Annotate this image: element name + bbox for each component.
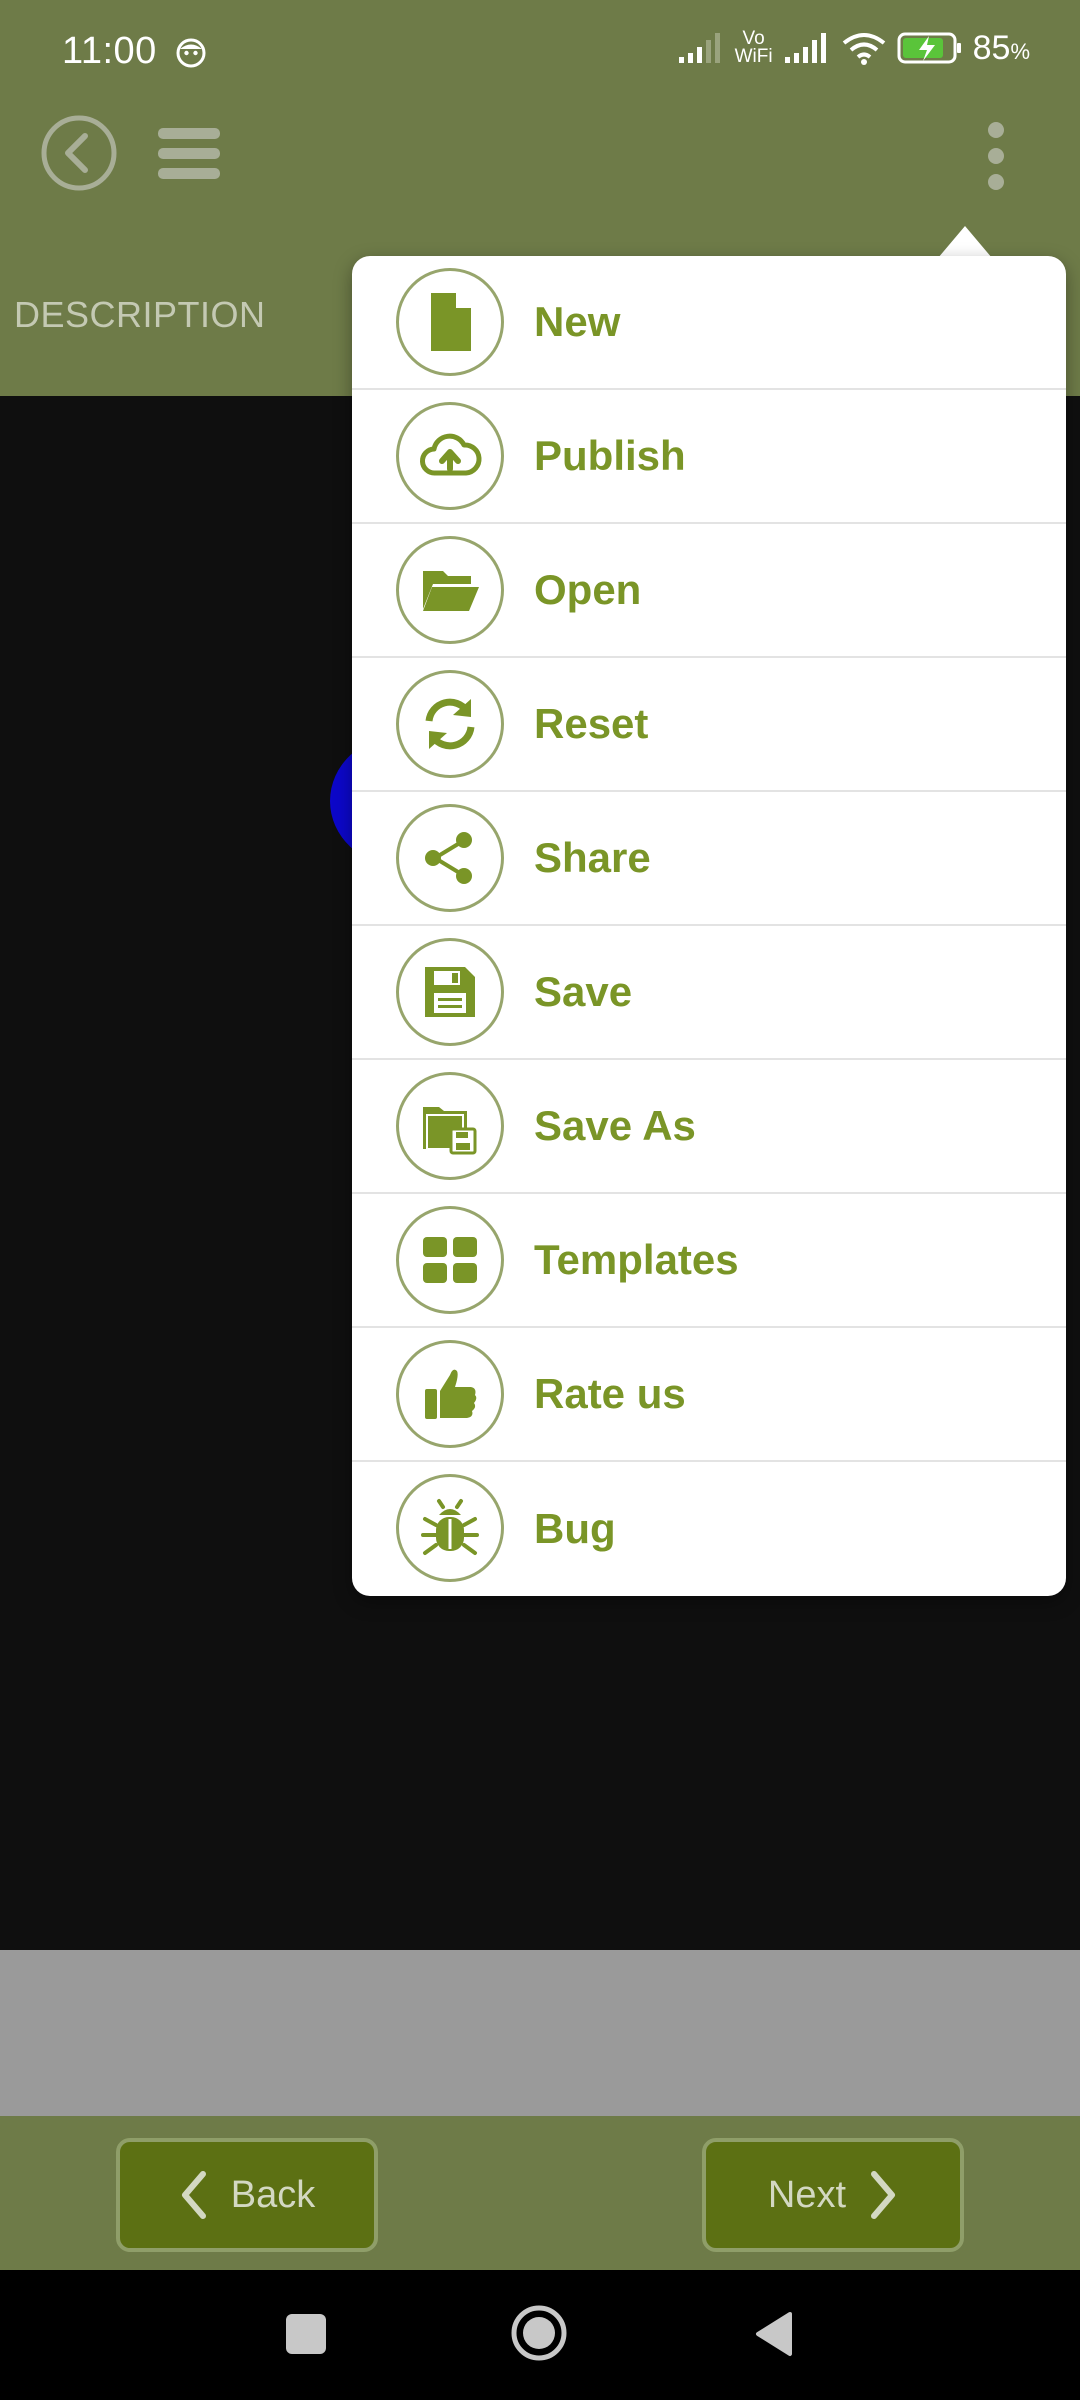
save-as-icon [396,1072,504,1180]
menu-item-templates[interactable]: Templates [352,1194,1066,1328]
menu-item-label: Reset [534,700,649,747]
menu-item-label: Open [534,566,642,613]
bottom-bar: Back Next [0,2116,1080,2270]
menu-item-open[interactable]: Open [352,524,1066,658]
thumbs-up-icon [396,1340,504,1448]
new-file-icon [396,268,504,376]
system-back-icon[interactable] [752,2310,794,2358]
menu-pointer [938,226,992,258]
menu-item-label: Share [534,834,651,881]
wifi-icon [842,33,885,65]
vowifi-icon: Vo WiFi [734,28,773,67]
cloud-upload-icon [396,402,504,510]
next-button-label: Next [767,2173,847,2216]
bug-icon [396,1474,504,1582]
signal-icon [784,33,826,63]
grid-icon [396,1206,504,1314]
menu-item-label: Templates [534,1236,739,1283]
status-bar: 11:00 Vo WiFi 85% [0,0,1080,84]
menu-item-rate-us[interactable]: Rate us [352,1328,1066,1462]
menu-item-label: Rate us [534,1370,686,1417]
menu-item-publish[interactable]: Publish [352,390,1066,524]
menu-item-save-as[interactable]: Save As [352,1060,1066,1194]
hamburger-menu-icon[interactable] [156,124,222,184]
menu-item-label: New [534,298,621,345]
system-navigation-bar [0,2270,1080,2400]
chevron-left-icon [181,2171,206,2219]
back-circle-icon[interactable] [40,114,118,192]
battery-percent: 85% [972,28,1030,67]
overflow-menu-icon[interactable] [974,120,1018,192]
recents-icon[interactable] [286,2314,326,2354]
gray-panel [0,1950,1080,2116]
back-button-label: Back [230,2173,316,2216]
battery-charging-icon [897,32,961,64]
status-icons: Vo WiFi 85% [677,28,1030,68]
face-notification-icon [176,38,206,68]
menu-item-label: Save As [534,1102,696,1149]
back-button[interactable]: Back [116,2138,378,2252]
menu-item-share[interactable]: Share [352,792,1066,926]
signal-icon [678,33,720,63]
menu-item-new[interactable]: New [352,256,1066,390]
save-floppy-icon [396,938,504,1046]
chevron-right-icon [871,2171,896,2219]
next-button[interactable]: Next [702,2138,964,2252]
home-icon[interactable] [510,2304,568,2362]
share-icon [396,804,504,912]
folder-open-icon [396,536,504,644]
menu-item-label: Save [534,968,633,1015]
menu-item-reset[interactable]: Reset [352,658,1066,792]
overflow-menu: New Publish Open Reset Share Save Save A… [352,256,1066,1596]
menu-item-label: Bug [534,1505,616,1552]
tab-description[interactable]: DESCRIPTION [14,294,266,336]
menu-item-bug[interactable]: Bug [352,1462,1066,1596]
menu-item-save[interactable]: Save [352,926,1066,1060]
refresh-icon [396,670,504,778]
menu-item-label: Publish [534,432,686,479]
status-time: 11:00 [62,30,157,72]
